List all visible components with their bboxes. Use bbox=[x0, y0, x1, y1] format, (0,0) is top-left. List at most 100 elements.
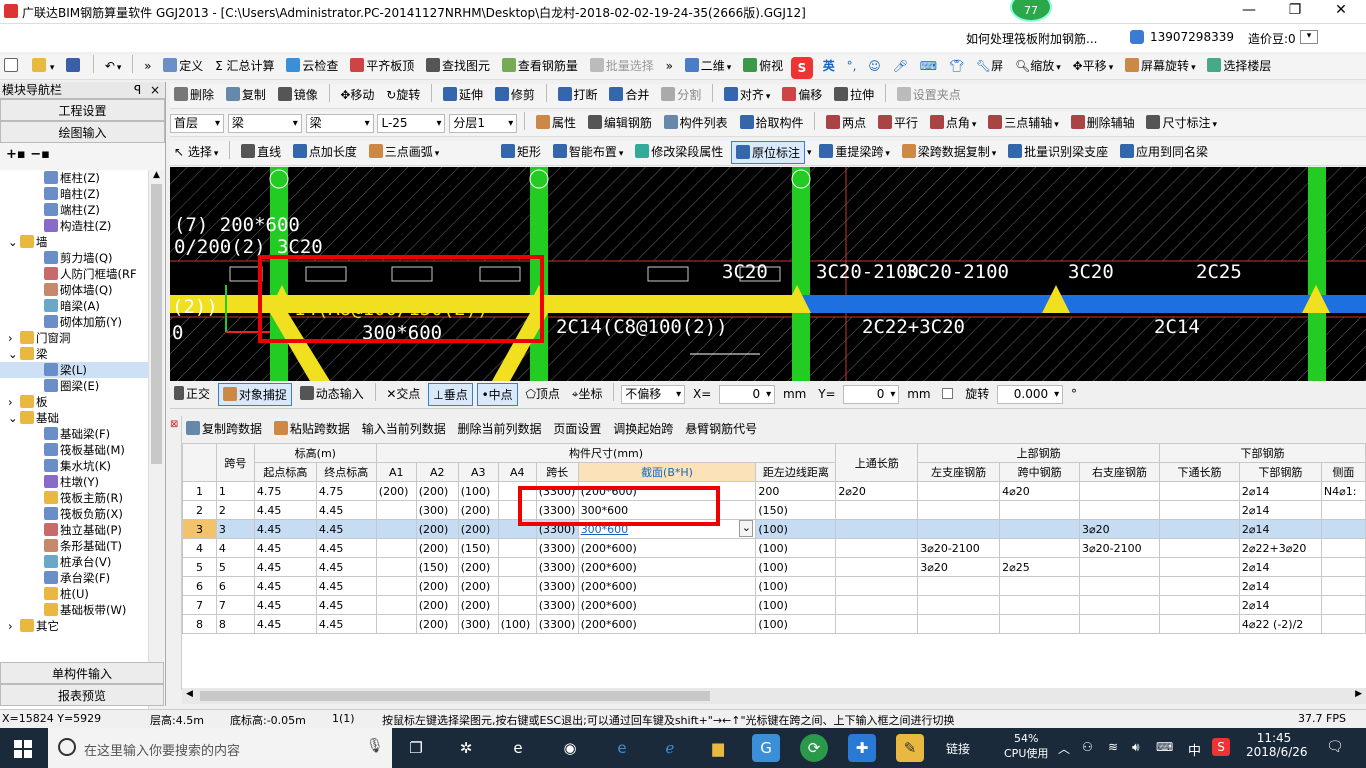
taskbar-search-box[interactable]: 在这里输入你要搜索的内容 🎙︎ bbox=[48, 728, 392, 768]
page-setup-button[interactable]: 页面设置 bbox=[549, 418, 605, 440]
table-cell[interactable] bbox=[917, 595, 1001, 615]
table-cell[interactable]: 4.45 bbox=[253, 519, 317, 539]
table-cell[interactable]: (100) bbox=[497, 614, 537, 634]
merge-button[interactable]: 合并 bbox=[605, 84, 653, 107]
tree-folder[interactable]: › 板 bbox=[0, 394, 148, 410]
table-cell[interactable]: (200) bbox=[457, 519, 499, 539]
panel-close-icon[interactable]: × bbox=[150, 82, 160, 99]
edge-icon[interactable]: e bbox=[608, 734, 636, 762]
help-question-link[interactable]: 如何处理筏板附加钢筋... bbox=[966, 30, 1097, 47]
perpendicular-snap[interactable]: ⊥垂点 bbox=[428, 383, 473, 406]
table-row[interactable]: 8 8 4.45 4.45 (200) (300) (100) (3300) (200*600)… bbox=[182, 614, 1366, 634]
table-cell[interactable] bbox=[835, 557, 919, 577]
rotate-checkbox[interactable] bbox=[938, 383, 957, 406]
table-cell[interactable]: (200) bbox=[415, 538, 459, 558]
keyboard-icon[interactable]: ⌨ bbox=[1156, 740, 1173, 754]
category-select[interactable]: 梁 bbox=[227, 114, 302, 133]
table-cell[interactable]: (300) bbox=[457, 614, 499, 634]
table-cell[interactable] bbox=[375, 538, 417, 558]
table-cell[interactable]: (200) bbox=[457, 576, 499, 596]
tree-item[interactable]: 梁(L) bbox=[0, 362, 148, 378]
tree-item[interactable]: 柱墩(Y) bbox=[0, 474, 148, 490]
table-cell[interactable] bbox=[375, 614, 417, 634]
tree-folder[interactable]: ⌄ 墙 bbox=[0, 234, 148, 250]
table-row[interactable]: 1 1 4.75 4.75 (200) (200) (100) (3300) (200*600)… bbox=[182, 481, 1366, 501]
bean-dropdown-icon[interactable]: ▾ bbox=[1300, 30, 1318, 44]
table-close-icon[interactable]: ⊠ bbox=[170, 419, 178, 430]
tree-item[interactable]: 砌体墙(Q) bbox=[0, 282, 148, 298]
table-cell[interactable]: (100) bbox=[755, 519, 837, 539]
table-cell[interactable]: (3300) bbox=[535, 595, 579, 615]
zoom-button[interactable]: 🔍︎缩放 ▾ bbox=[1011, 55, 1065, 78]
delete-button[interactable]: 删除 bbox=[170, 84, 218, 107]
tree-item[interactable]: 筏板负筋(X) bbox=[0, 506, 148, 522]
table-row[interactable]: 5 5 4.45 4.45 (150) (200) (3300) (200*600) (100)… bbox=[182, 557, 1366, 577]
table-cell[interactable]: 2⌀14 bbox=[1238, 576, 1322, 596]
table-cell[interactable]: 2 bbox=[215, 500, 255, 520]
rotate-input[interactable]: 0.000 bbox=[997, 385, 1064, 404]
minimize-button[interactable]: — bbox=[1226, 2, 1272, 22]
layer-select[interactable]: 分层1 bbox=[449, 114, 518, 133]
windows-start-icon[interactable] bbox=[14, 740, 32, 758]
vertex-snap[interactable]: ⬠顶点 bbox=[521, 383, 563, 406]
rectangle-button[interactable]: 矩形 bbox=[497, 141, 545, 164]
table-cell[interactable] bbox=[1079, 557, 1160, 577]
table-cell[interactable]: 4 bbox=[215, 538, 255, 558]
table-cell[interactable] bbox=[1320, 576, 1366, 596]
table-cell[interactable]: 2⌀14 bbox=[1238, 481, 1322, 501]
table-cell[interactable]: 8 bbox=[215, 614, 255, 634]
table-cell[interactable]: 4.45 bbox=[315, 538, 377, 558]
table-cell[interactable]: 4.45 bbox=[253, 595, 317, 615]
select-button[interactable]: ↖ 选择 ▾ bbox=[170, 141, 222, 164]
re-extract-span-button[interactable]: 重提梁跨 ▾ bbox=[815, 141, 894, 164]
extend-button[interactable]: 延伸 bbox=[439, 84, 487, 107]
table-cell[interactable]: (3300) bbox=[535, 576, 579, 596]
tree-item[interactable]: 承台梁(F) bbox=[0, 570, 148, 586]
table-cell[interactable] bbox=[375, 500, 417, 520]
ime-punct-icon[interactable]: °, bbox=[843, 55, 861, 78]
ime-mic-icon[interactable]: 🎤︎ bbox=[889, 55, 912, 78]
table-cell[interactable] bbox=[497, 576, 537, 596]
table-cell[interactable] bbox=[1159, 481, 1240, 501]
table-cell[interactable]: 4.45 bbox=[315, 500, 377, 520]
sogou-tray-icon[interactable]: S bbox=[1212, 738, 1230, 756]
table-cell[interactable]: 2⌀14 bbox=[1238, 519, 1322, 539]
modify-span-props-button[interactable]: 修改梁段属性 bbox=[631, 141, 727, 164]
table-cell[interactable] bbox=[1159, 614, 1240, 634]
table-cell[interactable] bbox=[1320, 557, 1366, 577]
table-cell[interactable]: 4⌀20 bbox=[999, 481, 1081, 501]
table-cell[interactable] bbox=[1159, 500, 1240, 520]
table-cell[interactable] bbox=[1079, 481, 1160, 501]
point-length-button[interactable]: 点加长度 bbox=[289, 141, 361, 164]
tree-item[interactable]: 条形基础(T) bbox=[0, 538, 148, 554]
task-view-icon[interactable]: ❐ bbox=[402, 734, 430, 762]
table-cell[interactable]: 4.45 bbox=[253, 576, 317, 596]
table-cell[interactable]: (150) bbox=[755, 500, 837, 520]
table-cell[interactable] bbox=[999, 538, 1081, 558]
table-row[interactable]: 4 4 4.45 4.45 (200) (150) (3300) (200*600) (100)… bbox=[182, 538, 1366, 558]
three-point-arc-button[interactable]: 三点画弧 ▾ bbox=[365, 141, 444, 164]
close-button[interactable]: ✕ bbox=[1318, 2, 1364, 22]
offset-mode-select[interactable]: 不偏移 bbox=[621, 385, 686, 404]
table-cell[interactable] bbox=[1159, 576, 1240, 596]
copy-span-data-button[interactable]: 复制跨数据 bbox=[182, 418, 266, 440]
tree-item[interactable]: 人防门框墙(RF bbox=[0, 266, 148, 282]
pan-button[interactable]: ✥平移 ▾ bbox=[1069, 55, 1118, 78]
tree-toggle-icon[interactable]: › bbox=[8, 330, 20, 346]
tray-expand-icon[interactable]: ︿ bbox=[1058, 740, 1070, 757]
table-cell[interactable]: (100) bbox=[755, 538, 837, 558]
ie-browser-icon[interactable]: e bbox=[504, 734, 532, 762]
table-cell[interactable] bbox=[999, 595, 1081, 615]
clock[interactable]: 11:45 2018/6/26 bbox=[1246, 731, 1308, 759]
table-cell[interactable] bbox=[1159, 595, 1240, 615]
table-cell[interactable] bbox=[497, 595, 537, 615]
swap-start-span-button[interactable]: 调换起始跨 bbox=[609, 418, 677, 440]
table-hscrollbar[interactable]: ◀ ▶ bbox=[182, 688, 1366, 704]
table-cell[interactable] bbox=[1079, 576, 1160, 596]
ortho-toggle[interactable]: 正交 bbox=[170, 383, 214, 406]
two-point-axis-button[interactable]: 两点 bbox=[822, 112, 870, 135]
table-cell[interactable]: 4.75 bbox=[253, 481, 317, 501]
table-cell[interactable]: (200*600) bbox=[577, 538, 757, 558]
table-cell[interactable] bbox=[1320, 614, 1366, 634]
tree-item[interactable]: 端柱(Z) bbox=[0, 202, 148, 218]
